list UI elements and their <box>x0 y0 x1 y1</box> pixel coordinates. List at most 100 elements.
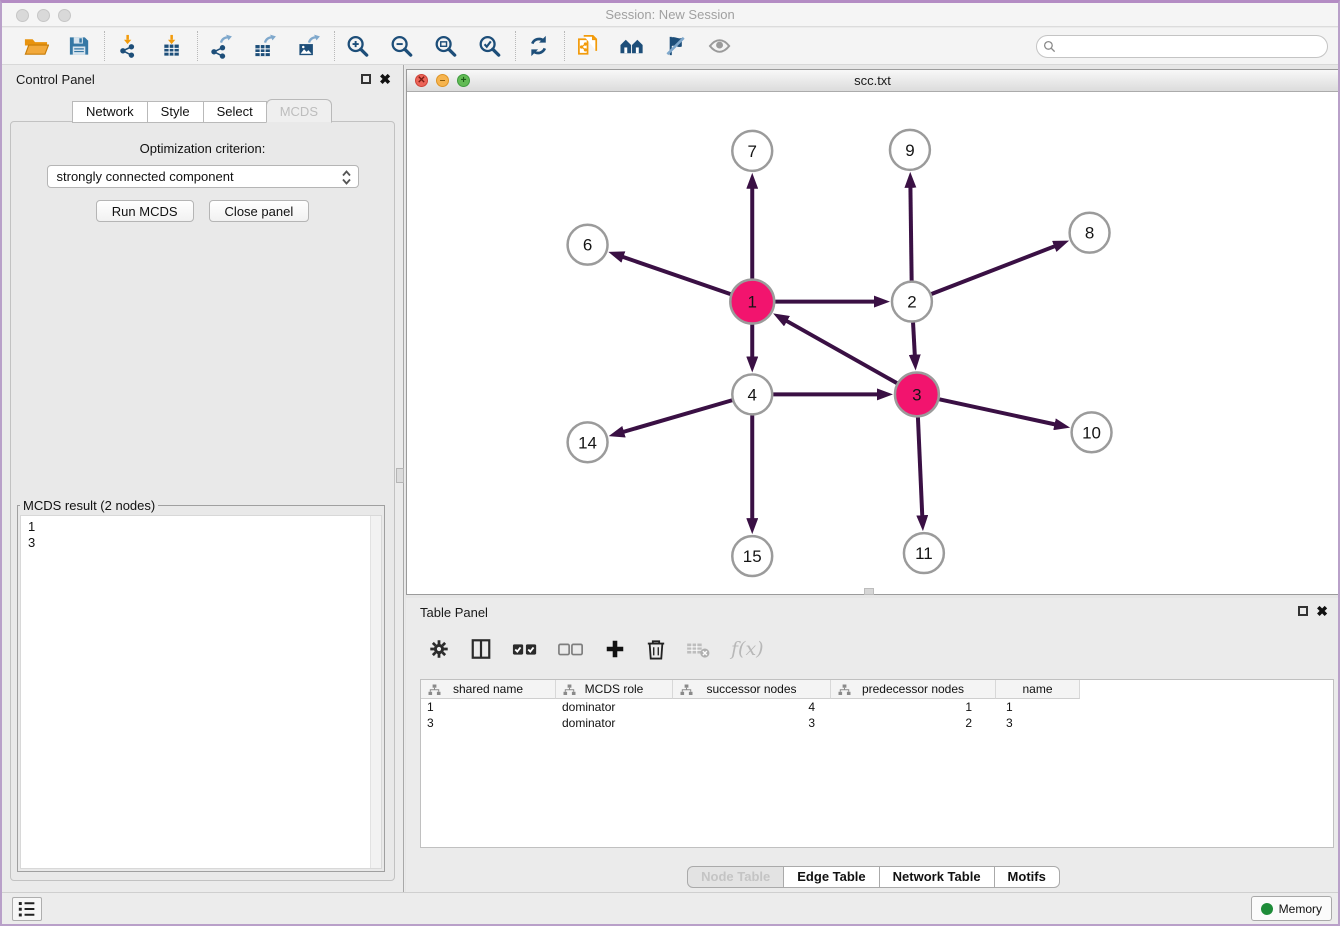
tab-style[interactable]: Style <box>147 101 204 123</box>
graph-node-label: 2 <box>907 293 916 312</box>
result-scrollbar[interactable] <box>370 516 381 868</box>
table-cell[interactable]: 1 <box>421 699 556 715</box>
window-titlebar: Session: New Session <box>2 3 1338 27</box>
graph-node-2[interactable]: 2 <box>892 282 932 322</box>
first-neighbors-icon[interactable] <box>619 32 647 60</box>
tab-motifs[interactable]: Motifs <box>994 866 1060 888</box>
tab-edge-table[interactable]: Edge Table <box>783 866 879 888</box>
graph-edge-2-9[interactable] <box>910 187 911 281</box>
graph-edge-2-3[interactable] <box>913 323 915 356</box>
criterion-select[interactable]: strongly connected component <box>47 165 359 188</box>
table-row[interactable]: 3dominator323 <box>421 715 1333 731</box>
graph-node-9[interactable]: 9 <box>890 130 930 170</box>
graph-node-label: 7 <box>748 142 757 161</box>
refresh-icon[interactable] <box>526 32 554 60</box>
control-panel-tabs: NetworkStyleSelectMCDS <box>2 99 403 123</box>
table-cell[interactable]: 4 <box>673 699 831 715</box>
column-header-successor-nodes[interactable]: successor nodes <box>673 680 831 699</box>
table-row[interactable]: 1dominator411 <box>421 699 1333 715</box>
column-header-mcds-role[interactable]: MCDS role <box>556 680 673 699</box>
table-cell[interactable]: 1 <box>831 699 996 715</box>
unselect-all-icon[interactable] <box>558 640 584 658</box>
export-network-icon[interactable] <box>208 32 236 60</box>
toolbar-group <box>105 32 197 60</box>
run-mcds-button[interactable]: Run MCDS <box>96 200 194 222</box>
import-network-icon[interactable] <box>115 32 143 60</box>
mcds-result-area[interactable]: 13 <box>20 515 382 869</box>
network-window-titlebar: ✕ – + scc.txt <box>407 70 1338 92</box>
show-details-icon[interactable] <box>707 32 735 60</box>
graph-edge-4-14[interactable] <box>623 400 732 432</box>
tab-network-table[interactable]: Network Table <box>879 866 995 888</box>
tab-select[interactable]: Select <box>203 101 267 123</box>
column-header-shared-name[interactable]: shared name <box>421 680 556 699</box>
table-cell[interactable]: 3 <box>673 715 831 731</box>
graph-node-label: 10 <box>1082 423 1101 442</box>
graph-node-label: 8 <box>1085 224 1094 243</box>
mcds-result-node: 3 <box>28 535 381 551</box>
app-window: Session: New Session Control Panel ✖ Net… <box>0 0 1340 926</box>
export-table-icon[interactable] <box>252 32 280 60</box>
graph-node-6[interactable]: 6 <box>568 225 608 265</box>
table-cell[interactable]: dominator <box>556 715 673 731</box>
add-column-icon[interactable] <box>604 638 626 660</box>
table-cell[interactable]: dominator <box>556 699 673 715</box>
mcds-button-row: Run MCDS Close panel <box>11 200 394 222</box>
table-panel-restore-icon[interactable] <box>1298 606 1308 616</box>
toolbar-group <box>516 32 564 60</box>
tab-mcds[interactable]: MCDS <box>266 99 332 123</box>
close-panel-button[interactable]: Close panel <box>209 200 310 222</box>
export-image-icon[interactable] <box>296 32 324 60</box>
column-header-predecessor-nodes[interactable]: predecessor nodes <box>831 680 996 699</box>
graph-node-label: 3 <box>912 385 921 404</box>
table-header-row: shared nameMCDS rolesuccessor nodesprede… <box>421 680 1333 699</box>
graph-node-8[interactable]: 8 <box>1070 213 1110 253</box>
graph-edge-3-1[interactable] <box>786 321 897 383</box>
control-panel-restore-icon[interactable] <box>361 74 371 84</box>
split-columns-icon[interactable] <box>470 638 492 660</box>
task-list-icon <box>17 900 37 918</box>
open-file-icon[interactable] <box>22 32 50 60</box>
horizontal-splitter-handle[interactable] <box>864 588 874 595</box>
graph-node-14[interactable]: 14 <box>568 422 608 462</box>
tab-network[interactable]: Network <box>72 101 148 123</box>
zoom-fit-icon[interactable] <box>433 32 461 60</box>
settings-gear-icon[interactable] <box>428 638 450 660</box>
table-panel: Table Panel ✖ f(x) shared nameMCDS roles… <box>406 598 1340 893</box>
graph-edge-1-6[interactable] <box>622 257 730 294</box>
table-cell[interactable]: 2 <box>831 715 996 731</box>
graph-node-7[interactable]: 7 <box>732 131 772 171</box>
select-all-icon[interactable] <box>512 640 538 658</box>
delete-rows-icon[interactable] <box>646 638 666 661</box>
zoom-selected-icon[interactable] <box>477 32 505 60</box>
clone-network-icon[interactable] <box>575 32 603 60</box>
graph-edge-3-11[interactable] <box>918 417 922 516</box>
import-table-icon[interactable] <box>159 32 187 60</box>
table-cell[interactable]: 3 <box>421 715 556 731</box>
graph-node-10[interactable]: 10 <box>1072 412 1112 452</box>
tab-node-table[interactable]: Node Table <box>687 866 784 888</box>
save-session-icon[interactable] <box>66 32 94 60</box>
panel-splitter-handle[interactable] <box>396 468 404 483</box>
delete-column-icon[interactable] <box>686 639 711 659</box>
table-cell[interactable]: 3 <box>996 715 1080 731</box>
graph-node-3[interactable]: 3 <box>895 372 939 416</box>
table-cell[interactable]: 1 <box>996 699 1080 715</box>
task-history-button[interactable] <box>12 897 42 921</box>
function-builder-icon[interactable]: f(x) <box>731 638 764 660</box>
table-panel-close-icon[interactable]: ✖ <box>1316 603 1328 619</box>
network-canvas[interactable]: 7 9 6 8 1 2 4 3 14 10 15 11 <box>407 93 1338 594</box>
zoom-out-icon[interactable] <box>389 32 417 60</box>
search-input[interactable] <box>1036 35 1328 58</box>
zoom-in-icon[interactable] <box>345 32 373 60</box>
column-header-name[interactable]: name <box>996 680 1080 699</box>
memory-button[interactable]: Memory <box>1251 896 1332 921</box>
graph-node-15[interactable]: 15 <box>732 536 772 576</box>
hide-details-icon[interactable] <box>663 32 691 60</box>
graph-node-4[interactable]: 4 <box>732 374 772 414</box>
graph-node-1[interactable]: 1 <box>730 280 774 324</box>
graph-edge-3-10[interactable] <box>939 399 1055 424</box>
graph-node-11[interactable]: 11 <box>904 533 944 573</box>
control-panel-close-icon[interactable]: ✖ <box>379 71 391 87</box>
graph-edge-2-8[interactable] <box>931 246 1055 294</box>
